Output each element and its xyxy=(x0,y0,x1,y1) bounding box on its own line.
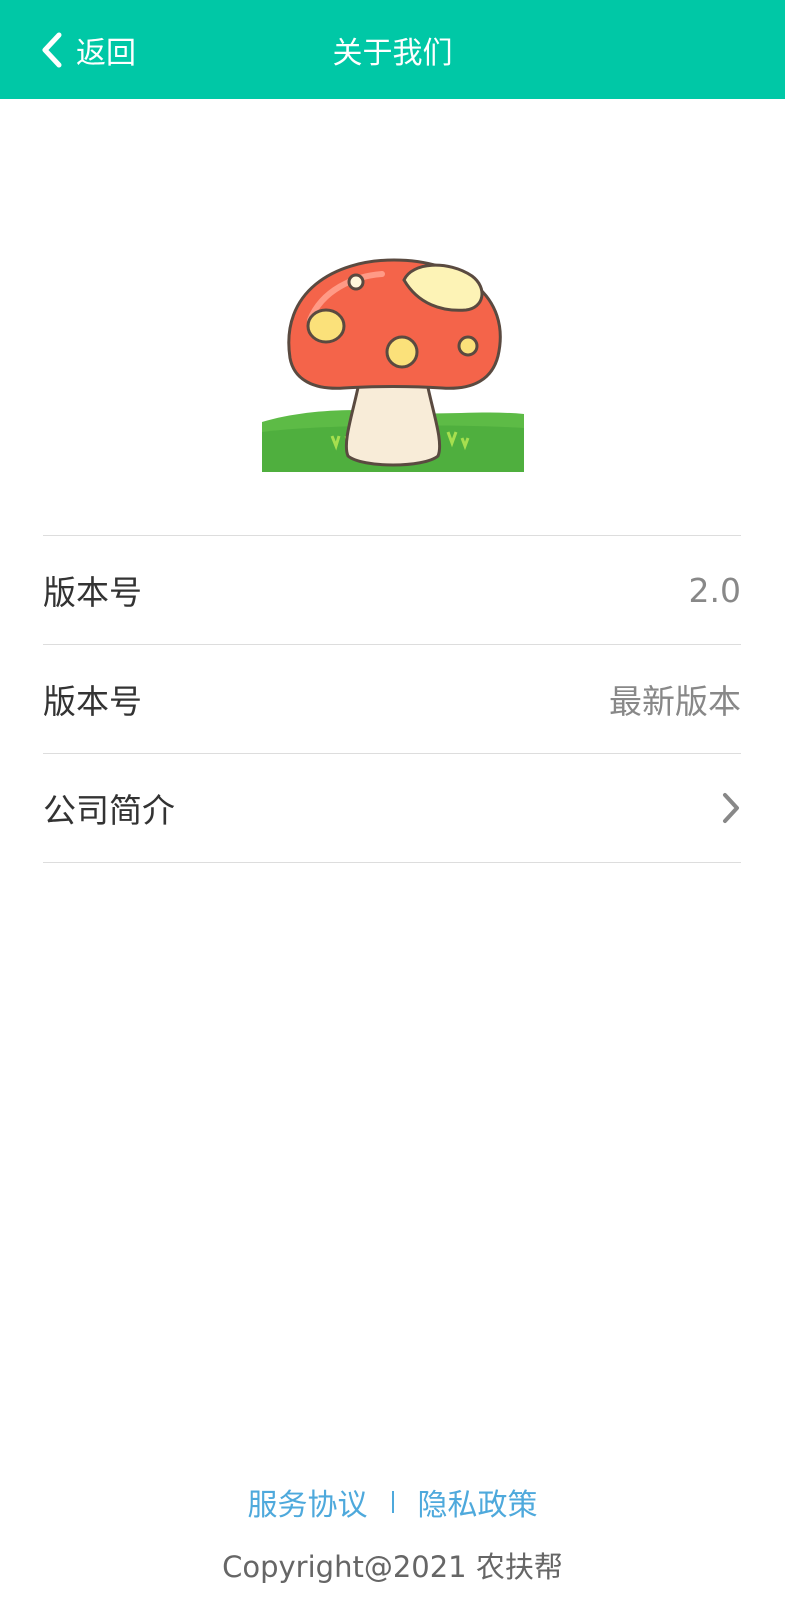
privacy-policy-link[interactable]: 隐私政策 xyxy=(418,1480,538,1524)
mushroom-icon xyxy=(262,210,524,472)
back-button[interactable]: 返回 xyxy=(40,0,136,99)
version-label: 版本号 xyxy=(43,573,142,612)
latest-version-row[interactable]: 版本号 最新版本 xyxy=(43,645,741,754)
latest-version-label: 版本号 xyxy=(43,682,142,721)
chevron-left-icon xyxy=(40,30,70,70)
copyright-text: Copyright@2021 农扶帮 xyxy=(222,1550,563,1584)
chevron-right-icon xyxy=(711,788,741,828)
company-intro-row[interactable]: 公司简介 xyxy=(43,754,741,863)
footer-separator xyxy=(391,1491,394,1513)
company-intro-label: 公司简介 xyxy=(43,791,175,830)
service-agreement-link[interactable]: 服务协议 xyxy=(248,1480,368,1524)
back-label: 返回 xyxy=(76,35,136,71)
info-list: 版本号 2.0 版本号 最新版本 公司简介 xyxy=(43,535,741,863)
version-value: 2.0 xyxy=(688,570,741,610)
footer-links: 服务协议 隐私政策 xyxy=(0,1480,785,1524)
latest-version-value: 最新版本 xyxy=(609,682,741,721)
version-row: 版本号 2.0 xyxy=(43,536,741,645)
top-nav-bar: 返回 关于我们 xyxy=(0,0,785,99)
